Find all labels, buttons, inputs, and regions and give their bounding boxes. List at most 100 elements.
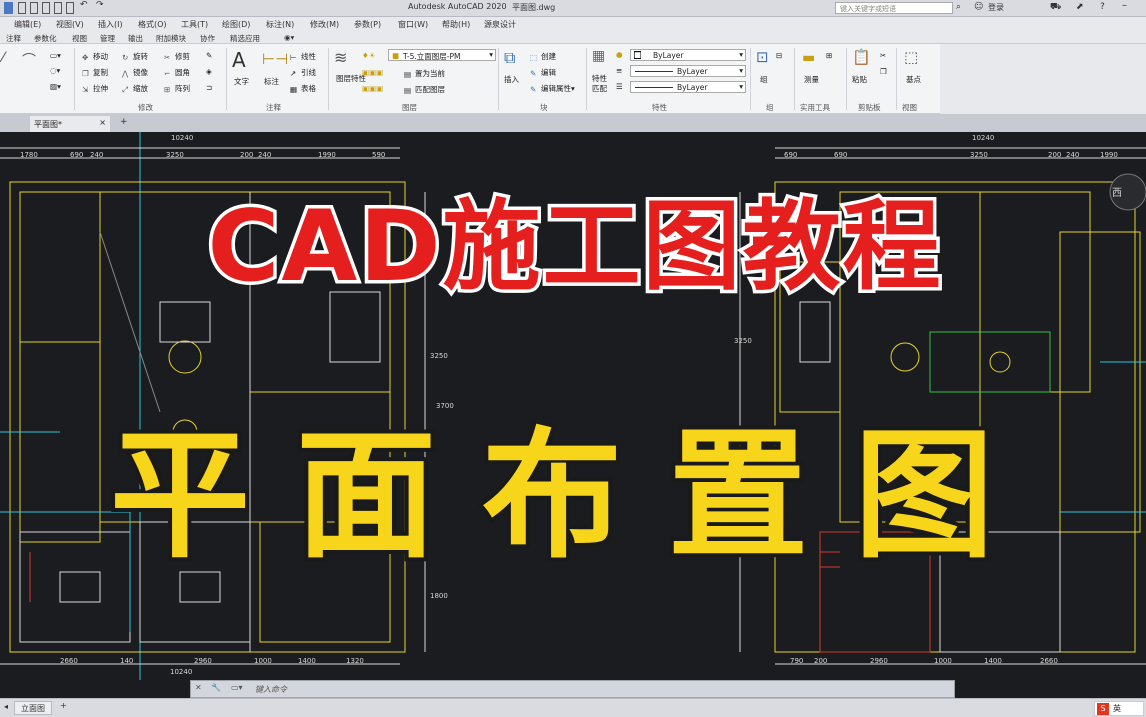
group-icon[interactable]: ⊡ (756, 48, 769, 66)
measure-icon[interactable]: ▬ (802, 50, 815, 66)
lineweight-dropdown[interactable]: ByLayer ▾ (630, 81, 746, 93)
menu-window[interactable]: 窗口(W) (398, 19, 428, 30)
hatch-tool-icon[interactable]: ▨▾ (50, 82, 61, 91)
arc-tool-icon[interactable]: ⌒ (22, 50, 36, 70)
dimension-button[interactable]: 标注 (264, 76, 279, 87)
binoculars-icon[interactable]: ⌕ (956, 2, 961, 12)
rect-tool-icon[interactable]: ▭▾ (50, 51, 61, 60)
tab-output[interactable]: 输出 (128, 33, 143, 44)
group-button[interactable]: 组 (760, 74, 768, 85)
erase-icon[interactable]: ✎ (206, 51, 212, 60)
menu-draw[interactable]: 绘图(D) (222, 19, 250, 30)
set-current-button[interactable]: ▤ 置为当前 (404, 68, 445, 79)
match-properties-icon[interactable]: ▦ (592, 48, 605, 64)
ime-indicator[interactable]: S 英 (1094, 701, 1144, 716)
copy-clip-icon[interactable]: ❐ (880, 67, 887, 76)
copy-button[interactable]: ❐ 复制 (82, 67, 108, 78)
viewcube-west-label[interactable]: 西 (1112, 184, 1122, 199)
leader-button[interactable]: ↗ 引线 (290, 67, 316, 78)
menu-yuanquan[interactable]: 源泉设计 (484, 19, 516, 30)
command-line[interactable]: ✕ 🔧 ▭▾ 键入命令 (190, 680, 955, 698)
tab-floor-plan[interactable]: 平面图* × (30, 116, 110, 132)
layer-dropdown[interactable]: ■ T-5.立面图层-PM ▾ (388, 49, 496, 61)
circle-tool-icon[interactable]: ◌▾ (50, 66, 60, 75)
move-button[interactable]: ✥ 移动 (82, 51, 108, 62)
text-tool-icon[interactable]: A (232, 48, 246, 72)
layer-tools-icon[interactable]: ▣▣▣ (362, 68, 383, 77)
app-menu-icon[interactable] (4, 2, 13, 14)
explode-icon[interactable]: ◈ (206, 67, 212, 76)
create-block-button[interactable]: ⬚ 创建 (530, 51, 556, 62)
trim-button[interactable]: ✂ 修剪 (164, 51, 190, 62)
save-as-icon[interactable] (54, 2, 62, 14)
cart-icon[interactable]: ⛟ (1050, 2, 1061, 13)
undo-icon[interactable]: ↶ (80, 0, 88, 12)
cut-icon[interactable]: ✂ (880, 51, 886, 60)
exchange-icon[interactable]: ⬈ (1076, 2, 1084, 12)
wrench-icon[interactable]: 🔧 (211, 683, 221, 692)
menu-insert[interactable]: 插入(I) (98, 19, 123, 30)
array-button[interactable]: ⊞ 阵列 (164, 83, 190, 94)
linetype-dropdown[interactable]: ByLayer ▾ (630, 65, 746, 77)
tab-manage[interactable]: 管理 (100, 33, 115, 44)
base-button[interactable]: 基点 (906, 74, 921, 85)
tab-collaborate[interactable]: 协作 (200, 33, 215, 44)
edit-block-button[interactable]: ✎ 编辑 (530, 67, 556, 78)
user-icon[interactable]: ☺ (974, 2, 983, 12)
new-tab-icon[interactable]: + (120, 117, 128, 127)
menu-help[interactable]: 帮助(H) (442, 19, 470, 30)
edit-attributes-button[interactable]: ✎ 编辑属性▾ (530, 83, 575, 94)
color-dropdown[interactable]: ■ ByLayer ▾ (630, 49, 746, 61)
chevron-left-icon[interactable]: ◂ (4, 702, 8, 711)
ungroup-icon[interactable]: ⊟ (776, 51, 782, 60)
command-input-placeholder[interactable]: 键入命令 (255, 684, 287, 695)
close-icon[interactable]: × (99, 118, 106, 127)
menu-tools[interactable]: 工具(T) (181, 19, 208, 30)
layer-properties-icon[interactable]: ≋ (334, 48, 347, 67)
plot-icon[interactable] (66, 2, 74, 14)
insert-block-icon[interactable]: ⧉ (504, 48, 515, 68)
add-layout-icon[interactable]: + (60, 701, 67, 710)
menu-edit[interactable]: 编辑(E) (14, 19, 41, 30)
dimension-tool-icon[interactable]: ⊢⊣ (262, 50, 288, 68)
fillet-button[interactable]: ⌐ 圆角 (164, 67, 190, 78)
layout-tab[interactable]: 立面图 (14, 701, 52, 715)
tab-parametric[interactable]: 参数化 (34, 33, 57, 44)
redo-icon[interactable]: ↷ (96, 0, 104, 12)
menu-modify[interactable]: 修改(M) (310, 19, 339, 30)
search-box[interactable]: 键入关键字或短语 (835, 2, 953, 14)
new-file-icon[interactable] (18, 2, 26, 14)
paste-button[interactable]: 粘贴 (852, 74, 867, 85)
color-wheel-icon[interactable]: ● (616, 50, 623, 59)
linear-button[interactable]: ⊢ 线性 (290, 51, 316, 62)
mirror-button[interactable]: ⋀ 镜像 (122, 67, 148, 78)
utility-icon[interactable]: ⊞ (826, 51, 832, 60)
menu-view[interactable]: 视图(V) (56, 19, 84, 30)
save-icon[interactable] (42, 2, 50, 14)
command-history-icon[interactable]: ▭▾ (231, 683, 243, 692)
table-button[interactable]: ▦ 表格 (290, 83, 316, 94)
help-icon[interactable]: ? (1100, 2, 1105, 12)
tab-addins[interactable]: 附加模块 (156, 33, 186, 44)
tab-toggle-icon[interactable]: ◉▾ (284, 33, 294, 42)
match-layer-button[interactable]: ▤ 匹配图层 (404, 84, 445, 95)
menu-dimension[interactable]: 标注(N) (266, 19, 294, 30)
paste-icon[interactable]: 📋 (852, 48, 871, 66)
base-view-icon[interactable]: ⬚ (904, 48, 918, 66)
scale-button[interactable]: ⤢ 缩放 (122, 83, 148, 94)
minimize-icon[interactable]: – (1122, 0, 1127, 11)
open-file-icon[interactable] (30, 2, 38, 14)
tab-annotate[interactable]: 注释 (6, 33, 21, 44)
offset-icon[interactable]: ⊐ (206, 83, 212, 92)
match-properties-button[interactable]: 特性匹配 (592, 74, 614, 94)
measure-button[interactable]: 测量 (804, 74, 819, 85)
menu-format[interactable]: 格式(O) (138, 19, 167, 30)
rotate-button[interactable]: ↻ 旋转 (122, 51, 148, 62)
lightbulb-icon[interactable]: ♦☀ (362, 51, 375, 60)
stretch-button[interactable]: ⇲ 拉伸 (82, 83, 108, 94)
tab-featured-apps[interactable]: 精选应用 (230, 33, 260, 44)
login-button[interactable]: 登录 (988, 2, 1004, 13)
insert-button[interactable]: 插入 (504, 74, 519, 85)
line-tool-icon[interactable]: ⁄ (2, 50, 4, 66)
layer-tools-icon-2[interactable]: ▣▣▣ (362, 84, 383, 93)
